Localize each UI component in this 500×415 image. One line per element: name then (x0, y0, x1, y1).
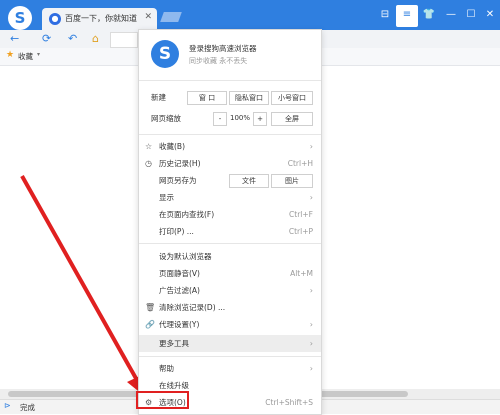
new-label: 新建 (151, 93, 166, 102)
menu-item-label: 广告过滤(A) (159, 286, 200, 295)
separator (139, 134, 321, 135)
chevron-right-icon: › (309, 193, 313, 202)
menu-item-shortcut: Ctrl+Shift+S (265, 398, 313, 407)
private-window-button[interactable]: 隐私窗口 (229, 91, 269, 105)
menu-item-shortcut: Alt+M (290, 269, 313, 278)
menu-item-clear-history[interactable]: 🗑 清除浏览记录(D) ... (139, 299, 321, 316)
menu-item-shortcut: Ctrl+H (287, 159, 313, 168)
menu-item-label: 页面静音(V) (159, 269, 200, 278)
menu-item-save-as: 网页另存为 文件 图片 (139, 172, 321, 189)
menu-item-label: 网页另存为 (159, 176, 197, 185)
main-menu-panel: S 登录搜狗高速浏览器 同步收藏 永不丢失 新建 窗 口 隐私窗口 小号窗口 网… (138, 29, 322, 415)
chevron-right-icon: › (309, 364, 313, 373)
menu-item-mute[interactable]: 页面静音(V) Alt+M (139, 265, 321, 282)
menu-item-shortcut: Ctrl+P (288, 227, 313, 236)
zoom-value: 100% (229, 114, 250, 122)
menu-item-history[interactable]: ◷ 历史记录(H) Ctrl+H (139, 155, 321, 172)
menu-item-help[interactable]: 帮助 › (139, 360, 321, 377)
menu-item-default-browser[interactable]: 设为默认浏览器 (139, 248, 321, 265)
menu-item-shortcut: Ctrl+F (289, 210, 313, 219)
trash-icon: 🗑 (145, 303, 156, 312)
link-icon: 🔗 (145, 320, 155, 329)
chevron-right-icon: › (309, 286, 313, 295)
menu-item-label: 设为默认浏览器 (159, 252, 212, 261)
menu-item-display[interactable]: 显示 › (139, 189, 321, 206)
clock-icon: ◷ (145, 159, 152, 168)
login-subtitle: 同步收藏 永不丢失 (189, 57, 248, 65)
options-highlight-box (136, 391, 189, 409)
separator (139, 243, 321, 244)
menu-item-label: 打印(P) ... (159, 227, 194, 236)
zoom-out-button[interactable]: - (213, 112, 227, 126)
new-window-row: 新建 窗 口 隐私窗口 小号窗口 (139, 89, 321, 106)
zoom-row: 网页缩放 - 100% + 全屏 (139, 110, 321, 127)
menu-item-label: 收藏(B) (159, 142, 185, 151)
fullscreen-button[interactable]: 全屏 (271, 112, 313, 126)
menu-item-more-tools[interactable]: 更多工具 › (139, 335, 321, 352)
menu-item-label: 在页面内查找(F) (159, 210, 215, 219)
menu-item-find[interactable]: 在页面内查找(F) Ctrl+F (139, 206, 321, 223)
menu-item-label: 历史记录(H) (159, 159, 201, 168)
separator (139, 80, 321, 81)
alt-account-window-button[interactable]: 小号窗口 (271, 91, 313, 105)
login-title[interactable]: 登录搜狗高速浏览器 (189, 43, 257, 54)
chevron-right-icon: › (309, 320, 313, 329)
menu-item-label: 帮助 (159, 364, 174, 373)
arrow-shaft (20, 175, 140, 383)
menu-item-proxy[interactable]: 🔗 代理设置(Y) › (139, 316, 321, 333)
avatar-letter: S (158, 44, 172, 64)
zoom-label: 网页缩放 (151, 114, 181, 123)
menu-item-label: 显示 (159, 193, 174, 202)
menu-item-label: 清除浏览记录(D) ... (159, 303, 226, 312)
new-window-button[interactable]: 窗 口 (187, 91, 227, 105)
menu-item-ad-filter[interactable]: 广告过滤(A) › (139, 282, 321, 299)
separator (139, 356, 321, 357)
save-file-button[interactable]: 文件 (229, 174, 269, 188)
menu-item-bookmarks[interactable]: ☆ 收藏(B) › (139, 138, 321, 155)
save-image-button[interactable]: 图片 (271, 174, 313, 188)
star-outline-icon: ☆ (145, 142, 153, 151)
user-avatar-icon[interactable]: S (151, 40, 179, 68)
menu-item-label: 更多工具 (159, 339, 189, 348)
chevron-right-icon: › (309, 142, 313, 151)
chevron-right-icon: › (309, 339, 313, 348)
menu-item-print[interactable]: 打印(P) ... Ctrl+P (139, 223, 321, 240)
zoom-in-button[interactable]: + (253, 112, 267, 126)
menu-item-label: 代理设置(Y) (159, 320, 200, 329)
